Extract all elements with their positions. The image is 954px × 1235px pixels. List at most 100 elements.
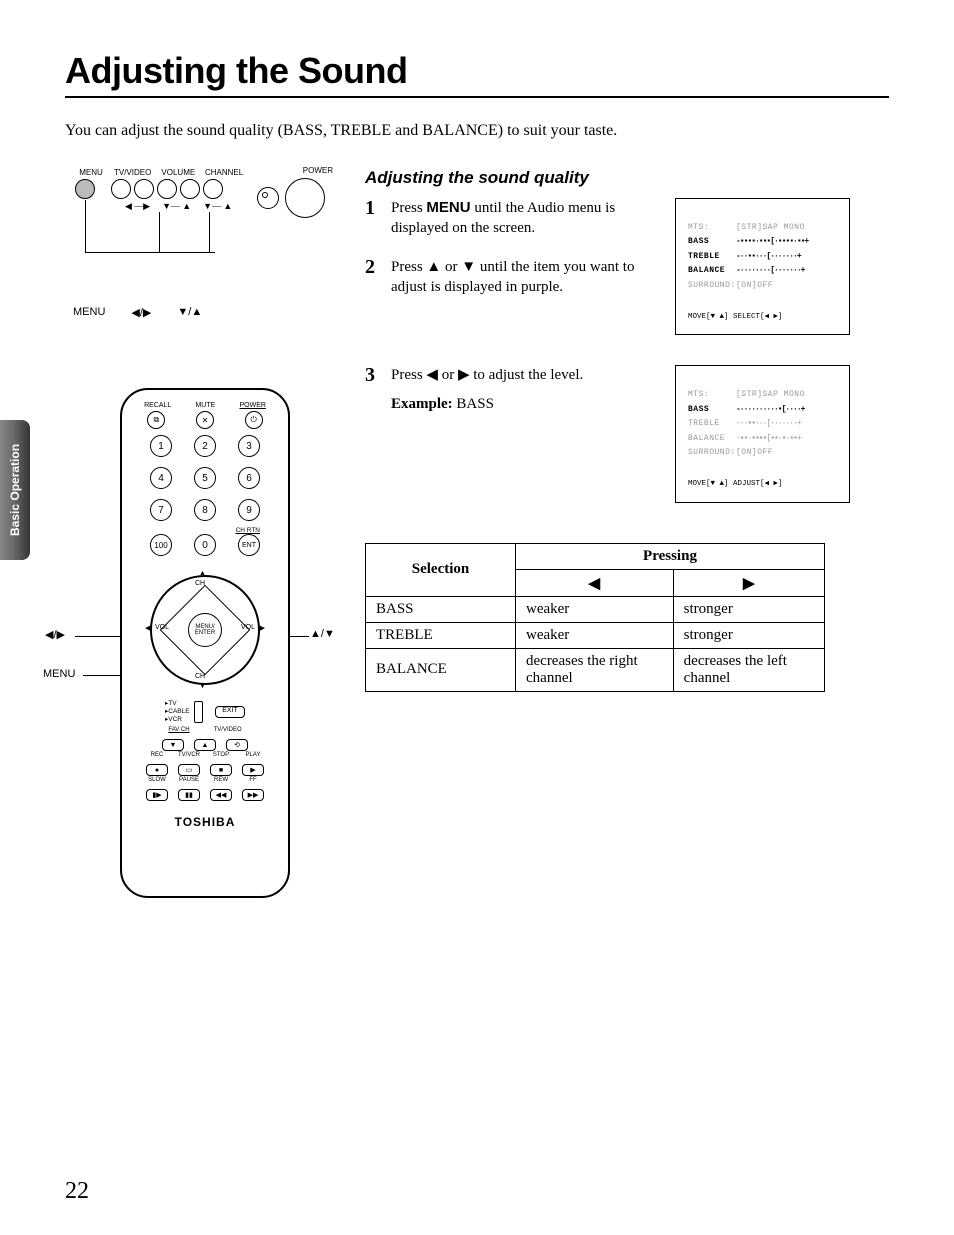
- step-1-text-a: Press: [391, 200, 426, 216]
- stop-button: ■: [210, 764, 232, 776]
- th-pressing: Pressing: [516, 543, 825, 569]
- page-number: 22: [65, 1178, 89, 1205]
- th-left-arrow: ◀: [516, 569, 674, 596]
- up-arrow-icon: ▲: [426, 258, 441, 275]
- tv-bottom-ud: ▼/▲: [177, 306, 202, 319]
- step-3: 3 Press ◀ or ▶ to adjust the level.: [365, 365, 655, 385]
- dpad-up-arrow: ▲: [199, 570, 206, 577]
- chrtn-label: CH RTN: [132, 527, 278, 534]
- remote-side-ud: ▲/▼: [310, 628, 335, 640]
- tv-volume-label: VOLUME: [160, 168, 196, 177]
- tvvideo-button: ⟲: [226, 739, 248, 751]
- dpad: MENU/ENTER ▲ CH ◀ VOL ▶ VOL ▼ CH: [145, 570, 265, 690]
- menu-keyword: MENU: [426, 199, 470, 216]
- rew-label: REW: [210, 777, 232, 783]
- ent-button: ENT: [238, 534, 260, 556]
- cell-sel: BASS: [366, 596, 516, 622]
- tvvcr-button: ▭: [178, 764, 200, 776]
- step-3-number: 3: [365, 365, 383, 385]
- num-100: 100: [150, 534, 172, 556]
- tv-channel-label: CHANNEL: [205, 168, 243, 177]
- page-title: Adjusting the Sound: [65, 50, 889, 92]
- recall-label: RECALL: [144, 402, 171, 409]
- tv-arrow-ud: ▼— ▲: [162, 201, 191, 212]
- num-3: 3: [238, 435, 260, 457]
- play-label: PLAY: [242, 752, 264, 758]
- menu-enter-button: MENU/ENTER: [188, 613, 222, 647]
- tv-vol-up-button: [157, 179, 177, 199]
- right-arrow-icon: ▶: [458, 366, 470, 383]
- num-0: 0: [194, 534, 216, 556]
- step-1-number: 1: [365, 198, 383, 218]
- ff-button: ▶▶: [242, 789, 264, 801]
- subheading: Adjusting the sound quality: [365, 168, 889, 188]
- step-2-number: 2: [365, 257, 383, 277]
- pause-button: ▮▮: [178, 789, 200, 801]
- dpad-left-arrow: ◀: [145, 624, 150, 632]
- tv-tvvideo-label: TV/VIDEO: [114, 168, 152, 177]
- num-6: 6: [238, 467, 260, 489]
- rec-label: REC: [146, 752, 168, 758]
- osd-screenshot-1: MTS:[STR]SAP MONO BASS-▪▪▪▪·▪▪▪[·▪▪▪▪·▪▪…: [675, 198, 850, 335]
- dpad-vol-r: VOL: [241, 624, 255, 631]
- favch-down: ▼: [162, 739, 184, 751]
- step-3-mid: or: [438, 367, 458, 383]
- example-label: Example: BASS: [391, 396, 655, 413]
- osd-screenshot-2: MTS:[STR]SAP MONO BASS-··········▪[····+…: [675, 365, 850, 502]
- cell-right: stronger: [673, 622, 824, 648]
- tv-vol-down-button: [134, 179, 154, 199]
- step-2-mid: or: [441, 259, 461, 275]
- tv-ch-down-button: [180, 179, 200, 199]
- num-4: 4: [150, 467, 172, 489]
- step-3-text-b: to adjust the level.: [470, 367, 584, 383]
- brand-logo: TOSHIBA: [132, 815, 278, 829]
- pause-label: PAUSE: [178, 777, 200, 783]
- dpad-ch-dn: CH: [195, 673, 205, 680]
- cell-right: decreases the left channel: [673, 648, 824, 691]
- remote-figure: ◀/▶ MENU ▲/▼ RECALL MUTE POWER ⧉ ✕ ⏻: [45, 388, 365, 898]
- num-7: 7: [150, 499, 172, 521]
- power-label: POWER: [303, 166, 333, 175]
- dpad-ch-up: CH: [195, 580, 205, 587]
- dpad-down-arrow: ▼: [199, 683, 206, 690]
- step-2-text-a: Press: [391, 259, 426, 275]
- title-rule: [65, 96, 889, 98]
- tv-ch-up-button: [203, 179, 223, 199]
- down-arrow-icon: ▼: [461, 258, 476, 275]
- num-2: 2: [194, 435, 216, 457]
- favch-label: FAV CH: [168, 727, 189, 733]
- switch-cable: CABLE: [168, 708, 189, 715]
- selection-table: Selection Pressing ◀ ▶ BASS weaker stron…: [365, 543, 825, 692]
- power-button: ⏻: [245, 411, 263, 429]
- stop-label: STOP: [210, 752, 232, 758]
- num-8: 8: [194, 499, 216, 521]
- switch-vcr: VCR: [168, 716, 182, 723]
- tv-bottom-lr: ◀/▶: [131, 306, 151, 319]
- power-label: POWER: [239, 402, 265, 409]
- switch-tv: TV: [168, 700, 176, 707]
- num-1: 1: [150, 435, 172, 457]
- osd1-footer: MOVE[▼ ▲] SELECT[◀ ▶]: [688, 311, 837, 325]
- mute-label: MUTE: [195, 402, 215, 409]
- tv-panel-figure: POWER MENU TV/VIDEO VOLUME CHANNEL: [75, 168, 335, 298]
- tvvideo-label: TV/VIDEO: [214, 727, 242, 733]
- side-tab: Basic Operation: [0, 420, 30, 560]
- tv-power-led: [257, 187, 279, 209]
- tv-power-button: [285, 178, 325, 218]
- num-5: 5: [194, 467, 216, 489]
- exit-button: EXIT: [215, 706, 245, 718]
- tv-arrow-lr: ◀ —▶: [125, 201, 150, 212]
- play-button: ▶: [242, 764, 264, 776]
- table-row: TREBLE weaker stronger: [366, 622, 825, 648]
- step-3-text-a: Press: [391, 367, 426, 383]
- mute-button: ✕: [196, 411, 214, 429]
- cell-left: weaker: [516, 596, 674, 622]
- cell-left: weaker: [516, 622, 674, 648]
- rec-button: ●: [146, 764, 168, 776]
- dpad-right-arrow: ▶: [260, 624, 265, 632]
- remote-side-lr: ◀/▶: [45, 628, 65, 641]
- tv-menu-button: [75, 179, 95, 199]
- remote-side-menu: MENU: [43, 668, 75, 680]
- recall-button: ⧉: [147, 411, 165, 429]
- osd2-footer: MOVE[▼ ▲] ADJUST[◀ ▶]: [688, 478, 837, 492]
